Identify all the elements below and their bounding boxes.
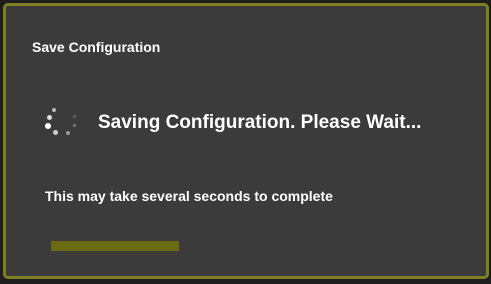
- duration-note: This may take several seconds to complet…: [45, 188, 333, 204]
- progress-fill: [51, 241, 179, 251]
- loading-spinner-icon: [42, 106, 86, 144]
- progress-bar: [51, 241, 451, 251]
- dialog-title: Save Configuration: [32, 39, 161, 55]
- save-configuration-dialog: Save Configuration Saving Configuration.…: [3, 3, 489, 279]
- saving-message: Saving Configuration. Please Wait...: [98, 112, 422, 133]
